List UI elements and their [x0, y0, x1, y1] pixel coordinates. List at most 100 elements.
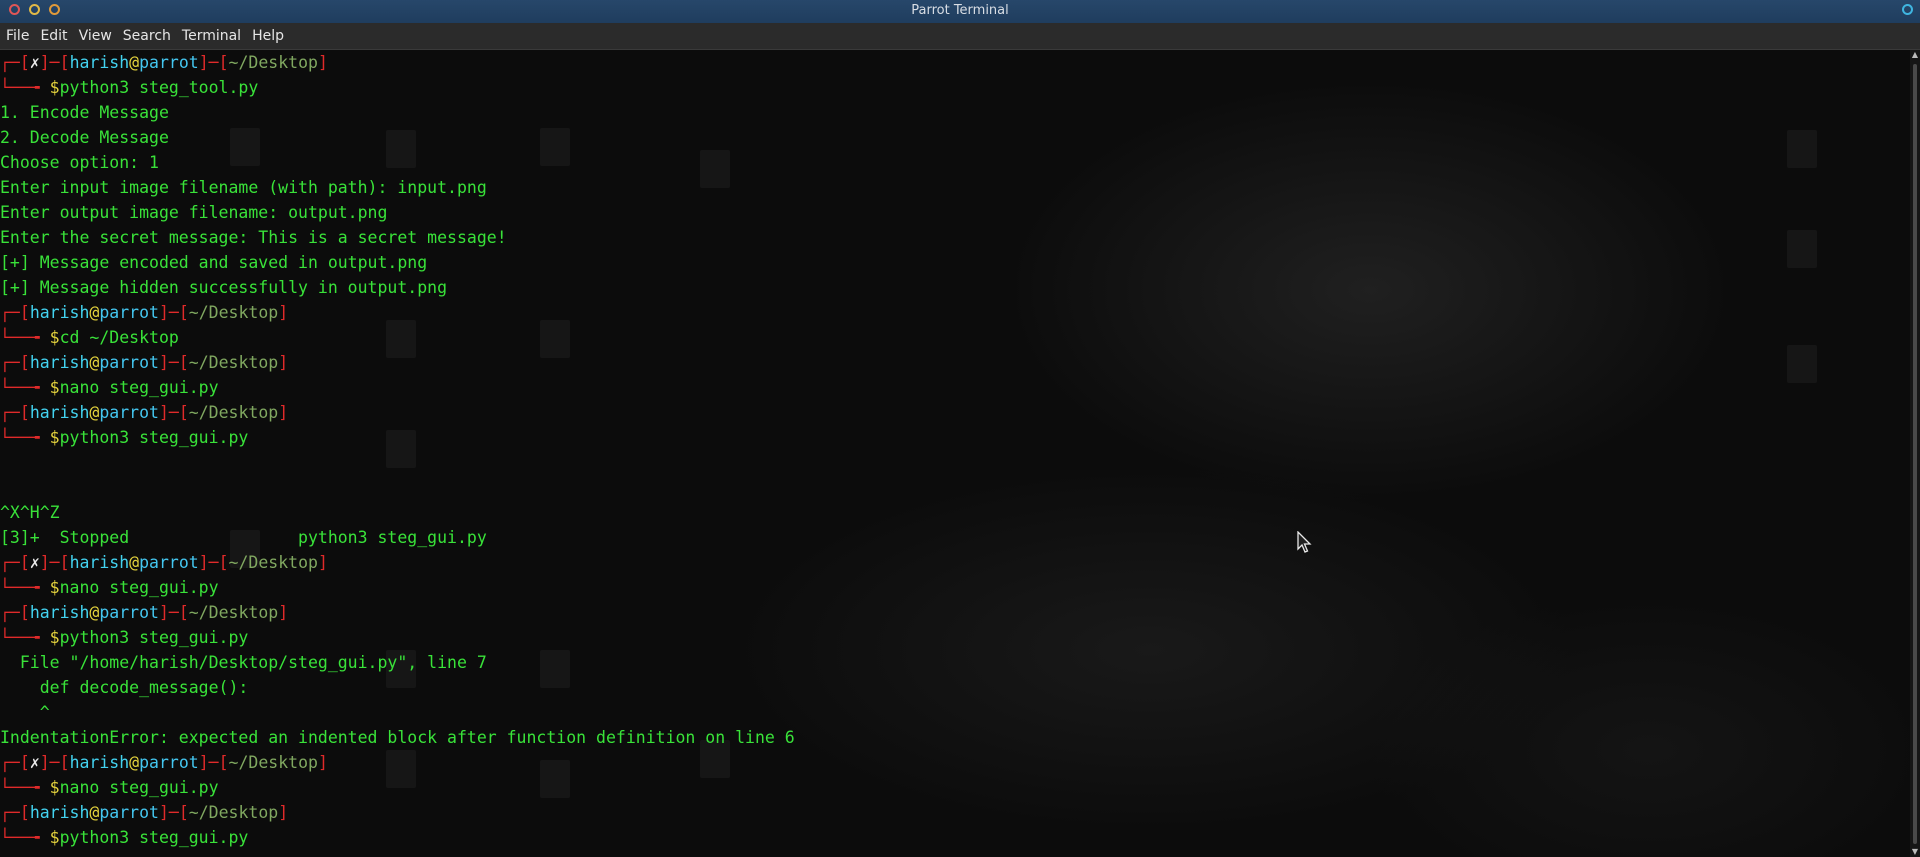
output-text: ^X^H^Z	[0, 503, 60, 522]
prompt-path: ~/Desktop	[228, 53, 318, 72]
window-title: Parrot Terminal	[911, 3, 1009, 18]
prompt-dollar: $	[49, 578, 60, 597]
prompt-dollar: $	[49, 828, 60, 847]
prompt-header-line: ┌─[harish@parrot]─[~/Desktop]	[0, 400, 795, 425]
prompt-bracket: ]	[278, 403, 289, 422]
prompt-user: harish	[29, 303, 90, 322]
prompt-dollar: $	[49, 378, 60, 397]
prompt-path: ~/Desktop	[188, 303, 279, 322]
prompt-at: @	[89, 803, 100, 822]
error-mark-icon: ✗	[29, 553, 40, 572]
output-line: [+] Message encoded and saved in output.…	[0, 250, 795, 275]
desktop-file-icon	[1787, 230, 1817, 268]
prompt-header-line: ┌─[✗]─[harish@parrot]─[~/Desktop]	[0, 50, 795, 75]
prompt-corner: └──╼	[0, 578, 50, 597]
prompt-bracket: ]─[	[198, 553, 229, 572]
prompt-bracket: ]	[278, 803, 289, 822]
prompt-host: parrot	[139, 753, 199, 772]
prompt-header-line: ┌─[harish@parrot]─[~/Desktop]	[0, 350, 795, 375]
scrollbar-thumb[interactable]	[1913, 64, 1917, 844]
prompt-bracket: ]─	[39, 53, 60, 72]
prompt-header-line: ┌─[✗]─[harish@parrot]─[~/Desktop]	[0, 550, 795, 575]
terminal-scrollbar[interactable]: ▲ ▼	[1910, 50, 1920, 857]
terminal-output-area[interactable]: ┌─[✗]─[harish@parrot]─[~/Desktop] └──╼ $p…	[0, 50, 1910, 857]
prompt-host: parrot	[139, 553, 199, 572]
prompt-corner: └──╼	[0, 378, 50, 397]
error-mark-icon: ✗	[29, 53, 40, 72]
menu-help[interactable]: Help	[246, 23, 289, 49]
prompt-dollar: $	[49, 628, 60, 647]
output-text: Enter the secret message: This is a secr…	[0, 228, 507, 247]
command-text: python3 steg_gui.py	[59, 828, 249, 847]
output-line: Enter input image filename (with path): …	[0, 175, 795, 200]
output-text: File "/home/harish/Desktop/steg_gui.py",…	[0, 653, 487, 672]
command-line: └──╼ $nano steg_gui.py	[0, 575, 795, 600]
prompt-corner: ┌─	[0, 553, 20, 572]
command-text: nano steg_gui.py	[59, 378, 219, 397]
output-text: [+] Message encoded and saved in output.…	[0, 253, 428, 272]
prompt-dollar: $	[49, 328, 60, 347]
prompt-header-line: ┌─[✗]─[harish@parrot]─[~/Desktop]	[0, 750, 795, 775]
prompt-bracket: ]─[	[158, 403, 189, 422]
prompt-bracket: ]─[	[198, 53, 229, 72]
prompt-corner: └──╼	[0, 428, 50, 447]
command-text: python3 steg_gui.py	[59, 628, 249, 647]
prompt-host: parrot	[99, 403, 159, 422]
prompt-path: ~/Desktop	[188, 353, 279, 372]
output-text: 1. Encode Message	[0, 103, 169, 122]
mouse-pointer-icon	[1297, 531, 1312, 553]
menu-view[interactable]: View	[73, 23, 117, 49]
output-text: 2. Decode Message	[0, 128, 169, 147]
prompt-bracket: [	[19, 53, 30, 72]
output-line: Enter output image filename: output.png	[0, 200, 795, 225]
prompt-dollar: $	[49, 778, 60, 797]
output-text: Choose option: 1	[0, 153, 159, 172]
prompt-path: ~/Desktop	[188, 603, 279, 622]
prompt-corner: ┌─	[0, 353, 20, 372]
prompt-bracket: ]	[278, 303, 289, 322]
prompt-header-line: ┌─[harish@parrot]─[~/Desktop]	[0, 600, 795, 625]
prompt-host: parrot	[99, 353, 159, 372]
prompt-bracket: [	[59, 753, 70, 772]
menu-bar: File Edit View Search Terminal Help	[0, 23, 1920, 50]
prompt-user: harish	[29, 403, 90, 422]
prompt-user: harish	[29, 353, 90, 372]
output-line: [+] Message hidden successfully in outpu…	[0, 275, 795, 300]
prompt-at: @	[129, 553, 140, 572]
scroll-up-icon[interactable]: ▲	[1910, 50, 1920, 60]
desktop-file-icon	[1787, 130, 1817, 168]
command-line: └──╼ $nano steg_gui.py	[0, 375, 795, 400]
prompt-bracket: ]	[278, 603, 289, 622]
output-line: Enter the secret message: This is a secr…	[0, 225, 795, 250]
prompt-bracket: [	[19, 553, 30, 572]
output-line: def decode_message():	[0, 675, 795, 700]
prompt-host: parrot	[99, 303, 159, 322]
prompt-corner: └──╼	[0, 778, 50, 797]
output-line: 2. Decode Message	[0, 125, 795, 150]
prompt-bracket: ]─	[39, 553, 60, 572]
prompt-host: parrot	[99, 803, 159, 822]
prompt-bracket: ]─[	[158, 353, 189, 372]
prompt-user: harish	[69, 753, 130, 772]
window-menu-icon[interactable]	[1902, 4, 1913, 15]
prompt-corner: ┌─	[0, 753, 20, 772]
prompt-host: parrot	[99, 603, 159, 622]
prompt-bracket: [	[59, 553, 70, 572]
menu-terminal[interactable]: Terminal	[176, 23, 246, 49]
menu-edit[interactable]: Edit	[34, 23, 72, 49]
output-line: Choose option: 1	[0, 150, 795, 175]
prompt-bracket: ]─[	[158, 603, 189, 622]
output-line: File "/home/harish/Desktop/steg_gui.py",…	[0, 650, 795, 675]
title-bar[interactable]: Parrot Terminal	[0, 0, 1920, 23]
prompt-path: ~/Desktop	[228, 553, 318, 572]
output-text: ^	[0, 703, 50, 722]
prompt-at: @	[129, 53, 140, 72]
menu-search[interactable]: Search	[117, 23, 176, 49]
prompt-path: ~/Desktop	[228, 753, 318, 772]
prompt-corner: ┌─	[0, 303, 20, 322]
scroll-down-icon[interactable]: ▼	[1910, 847, 1920, 857]
prompt-corner: ┌─	[0, 53, 20, 72]
menu-file[interactable]: File	[0, 23, 34, 49]
prompt-bracket: [	[19, 603, 30, 622]
prompt-bracket: ]─[	[158, 803, 189, 822]
